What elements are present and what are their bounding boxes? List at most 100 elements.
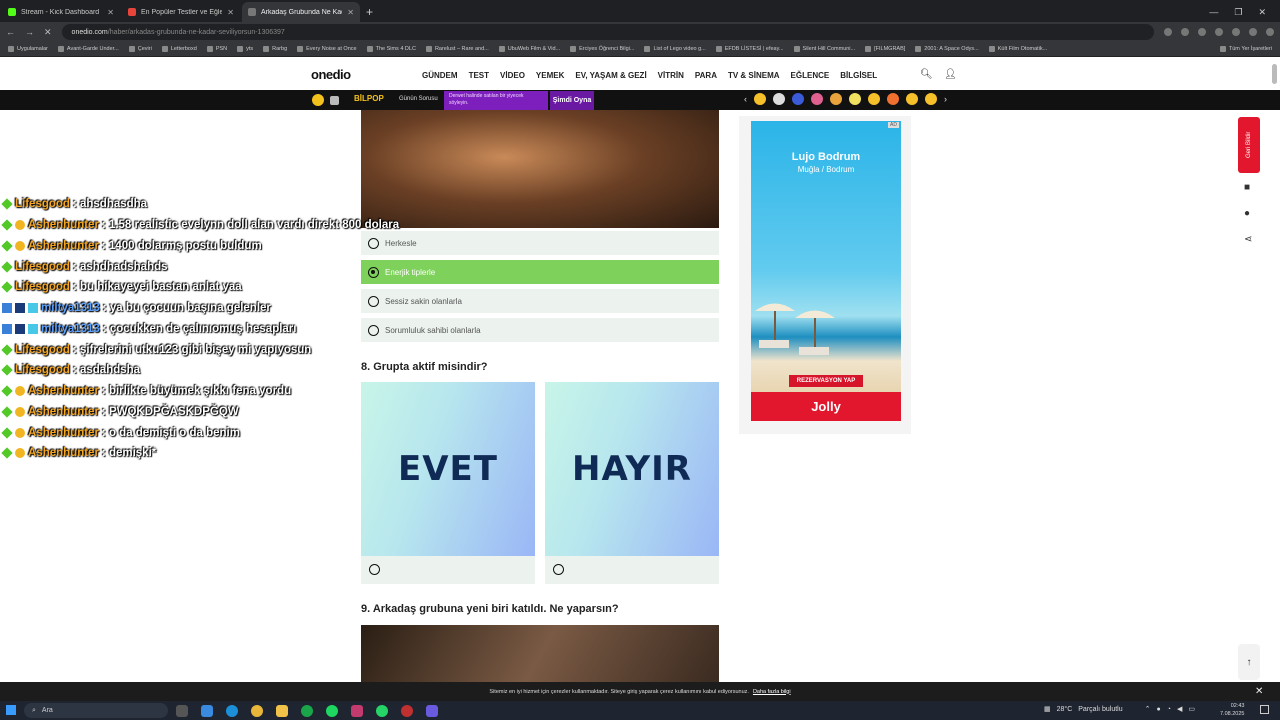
bookmark[interactable]: 2001: A Space Odys... bbox=[915, 46, 979, 52]
option-sessiz[interactable]: Sessiz sakin olanlarla bbox=[361, 289, 719, 313]
bookmark[interactable]: EFDB LİSTESİ | efeay... bbox=[715, 46, 784, 52]
extension-icon[interactable] bbox=[1232, 28, 1240, 36]
system-clock[interactable]: 02:43 7.08.2025 bbox=[1220, 702, 1244, 718]
windows-start-icon[interactable] bbox=[6, 705, 16, 715]
question-banner[interactable]: Derwet halinde satılan bir yiyecek söyle… bbox=[444, 91, 548, 110]
bookmark[interactable]: Letterboxd bbox=[161, 46, 197, 52]
radio-icon[interactable] bbox=[369, 564, 380, 575]
bookmark[interactable]: Uygulamalar bbox=[8, 46, 48, 52]
weather-temp[interactable]: 28°C bbox=[1057, 706, 1073, 713]
bookmark[interactable]: List of Lego video g... bbox=[644, 46, 706, 52]
ad-banner[interactable]: AD Lujo Bodrum Muğla / Bodrum REZERVASYO… bbox=[751, 121, 901, 421]
star-icon[interactable] bbox=[1164, 28, 1172, 36]
menu-icon[interactable] bbox=[1266, 28, 1274, 36]
bookmark[interactable]: PSN bbox=[206, 46, 227, 52]
bookmark[interactable]: Erciyes Öğrenci Bilgi... bbox=[570, 46, 634, 52]
close-window-icon[interactable]: ✕ bbox=[1258, 7, 1266, 18]
notification-icon[interactable] bbox=[1260, 705, 1269, 714]
wifi-icon[interactable]: ◔ bbox=[1167, 706, 1171, 713]
bookmark[interactable]: yts bbox=[237, 46, 253, 52]
bookmark[interactable]: Rarelust – Rare and... bbox=[425, 46, 489, 52]
reload-icon[interactable]: ✕ bbox=[44, 27, 52, 38]
extension-icon[interactable] bbox=[1215, 28, 1223, 36]
chevron-left-icon[interactable]: ‹ bbox=[744, 94, 747, 104]
app-icon[interactable] bbox=[351, 705, 363, 717]
bilpop-logo[interactable]: BİLPOP bbox=[354, 94, 384, 103]
whatsapp-icon[interactable] bbox=[376, 705, 388, 717]
bookmark-all[interactable]: Tüm Yer İşaretleri bbox=[1219, 46, 1272, 52]
emoji-icon[interactable] bbox=[887, 93, 899, 105]
close-icon[interactable]: ✕ bbox=[1255, 686, 1263, 697]
feedback-button[interactable]: Geri Bildir bbox=[1238, 117, 1260, 173]
emoji-icon[interactable] bbox=[754, 93, 766, 105]
menu-yemek[interactable]: YEMEK bbox=[536, 71, 564, 80]
tab-populer-testler[interactable]: En Popüler Testler ve Eğlenceli ✕ bbox=[122, 2, 240, 22]
emoji-icon[interactable] bbox=[811, 93, 823, 105]
menu-ev-yasam[interactable]: EV, YAŞAM & GEZİ bbox=[575, 71, 646, 80]
new-tab-button[interactable]: + bbox=[366, 2, 373, 22]
user-icon[interactable]: 👤︎ bbox=[944, 69, 957, 80]
chrome-icon[interactable] bbox=[251, 705, 263, 717]
minimize-icon[interactable]: — bbox=[1209, 7, 1218, 17]
weather-desc[interactable]: Parçalı bulutlu bbox=[1078, 706, 1122, 713]
bookmark[interactable]: Rarbg bbox=[263, 46, 287, 52]
menu-eglence[interactable]: EĞLENCE bbox=[791, 71, 830, 80]
menu-gundem[interactable]: GÜNDEM bbox=[422, 71, 458, 80]
chevron-right-icon[interactable]: › bbox=[944, 94, 947, 104]
option-herkesle[interactable]: Herkesle bbox=[361, 231, 719, 255]
tab-arkadas-grubunda[interactable]: Arkadaş Grubunda Ne Kadar S... ✕ bbox=[242, 2, 360, 22]
tray-icon[interactable]: ● bbox=[1157, 706, 1161, 713]
grid-icon[interactable] bbox=[330, 96, 339, 105]
folder-icon[interactable] bbox=[276, 705, 288, 717]
spotify-icon[interactable] bbox=[326, 705, 338, 717]
close-icon[interactable]: ✕ bbox=[227, 8, 234, 17]
copilot-icon[interactable] bbox=[201, 705, 213, 717]
menu-video[interactable]: VİDEO bbox=[500, 71, 525, 80]
scroll-to-top-button[interactable]: ↑ bbox=[1238, 644, 1260, 680]
menu-vitrin[interactable]: VİTRİN bbox=[658, 71, 684, 80]
back-icon[interactable]: ← bbox=[6, 27, 15, 37]
bookmark[interactable]: [FILMGRAB] bbox=[865, 46, 905, 52]
menu-bilgisel[interactable]: BİLGİSEL bbox=[840, 71, 877, 80]
share-icon[interactable]: ⋖ bbox=[1244, 234, 1252, 245]
comment-icon[interactable]: ● bbox=[1244, 208, 1250, 219]
emoji-icon[interactable] bbox=[906, 93, 918, 105]
play-now-button[interactable]: Şimdi Oyna bbox=[550, 91, 594, 110]
forward-icon[interactable]: → bbox=[25, 27, 34, 37]
emoji-icon[interactable] bbox=[925, 93, 937, 105]
radio-icon[interactable] bbox=[553, 564, 564, 575]
menu-test[interactable]: TEST bbox=[469, 71, 489, 80]
emoji-icon[interactable] bbox=[868, 93, 880, 105]
menu-para[interactable]: PARA bbox=[695, 71, 717, 80]
bookmark[interactable]: The Sims 4 DLC bbox=[366, 46, 416, 52]
cookie-more-link[interactable]: Daha fazla bilgi bbox=[753, 689, 791, 695]
maximize-icon[interactable]: ❐ bbox=[1234, 7, 1242, 18]
answer-card-hayir[interactable]: HAYIR bbox=[545, 382, 719, 584]
app-icon[interactable] bbox=[401, 705, 413, 717]
emoji-icon[interactable] bbox=[830, 93, 842, 105]
bookmark[interactable]: Silent Hill Communi... bbox=[793, 46, 855, 52]
url-field[interactable]: onedio.com /haber/arkadas-grubunda-ne-ka… bbox=[61, 24, 1154, 40]
xbox-icon[interactable] bbox=[301, 705, 313, 717]
profile-icon[interactable] bbox=[1249, 28, 1257, 36]
close-icon[interactable]: ✕ bbox=[107, 8, 114, 17]
bookmark[interactable]: UbuWeb Film & Vid... bbox=[498, 46, 560, 52]
emoji-icon[interactable] bbox=[792, 93, 804, 105]
ad-tag[interactable]: AD bbox=[888, 122, 899, 128]
bookmark[interactable]: Avant-Garde Under... bbox=[57, 46, 119, 52]
menu-tv-sinema[interactable]: TV & SİNEMA bbox=[728, 71, 780, 80]
extension-icon[interactable] bbox=[1198, 28, 1206, 36]
bookmark-icon[interactable]: ■ bbox=[1244, 182, 1250, 193]
bookmark[interactable]: Kült Film Otomatik... bbox=[988, 46, 1047, 52]
option-enerjik[interactable]: Enerjik tiplerle bbox=[361, 260, 719, 284]
bookmark[interactable]: Çeviri bbox=[128, 46, 152, 52]
taskbar-search[interactable]: ⌕ Ara bbox=[24, 703, 168, 718]
emoji-icon[interactable] bbox=[773, 93, 785, 105]
close-icon[interactable]: ✕ bbox=[347, 8, 354, 17]
scrollbar[interactable] bbox=[1272, 64, 1277, 84]
battery-icon[interactable]: ▭ bbox=[1188, 705, 1195, 713]
tray-chevron-icon[interactable]: ⌃ bbox=[1145, 705, 1151, 713]
discord-icon[interactable] bbox=[426, 705, 438, 717]
reservation-button[interactable]: REZERVASYON YAP bbox=[789, 375, 863, 387]
onedio-logo[interactable]: onedio bbox=[311, 67, 351, 82]
